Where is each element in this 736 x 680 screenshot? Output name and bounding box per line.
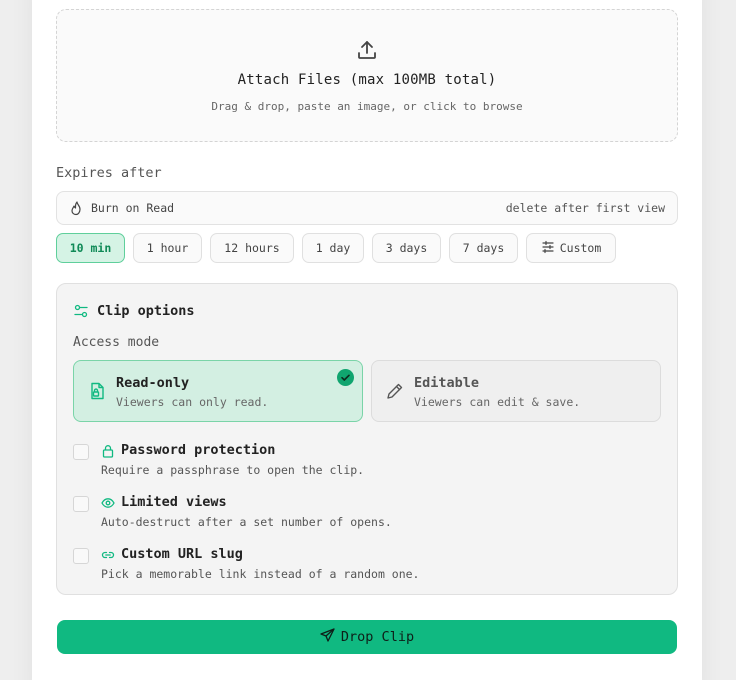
read-only-title: Read-only [116,375,190,391]
expiry-chip-7-days[interactable]: 7 days [449,233,518,263]
password-protection-title: Password protection [121,442,276,458]
sliders-icon [542,240,554,254]
expiry-chip-3-days[interactable]: 3 days [372,233,441,263]
chip-label: 10 min [69,241,112,255]
settings-toggle-icon [74,304,88,318]
drop-clip-button[interactable]: Drop Clip [57,620,677,654]
chip-label: 3 days [385,241,428,255]
read-only-subtitle: Viewers can only read. [116,395,269,409]
link-icon [101,551,115,559]
dropzone-subtitle: Drag & drop, paste an image, or click to… [211,100,523,113]
password-protection-toggle[interactable]: Password protection Require a passphrase… [73,440,663,480]
editable-title: Editable [414,375,480,391]
limited-views-toggle[interactable]: Limited views Auto-destruct after a set … [73,492,663,532]
clip-options-panel: Clip options Access mode Read-only Viewe… [56,283,678,595]
expiry-chip-1-hour[interactable]: 1 hour [133,233,202,263]
access-mode-editable[interactable]: Editable Viewers can edit & save. [371,360,661,422]
burn-on-read-label: Burn on Read [91,201,175,215]
dropzone-title: Attach Files (max 100MB total) [237,72,497,88]
file-dropzone[interactable]: Attach Files (max 100MB total) Drag & dr… [56,9,678,142]
expiry-chip-10-min[interactable]: 10 min [56,233,125,263]
password-protection-checkbox[interactable] [73,444,89,460]
expiry-chip-1-day[interactable]: 1 day [302,233,364,263]
custom-url-slug-title: Custom URL slug [121,546,243,562]
clip-options-title: Clip options [97,303,195,319]
drop-clip-label: Drop Clip [340,629,415,645]
expires-label: Expires after [56,165,162,181]
lock-icon [102,445,114,458]
upload-icon [358,41,376,59]
custom-url-slug-toggle[interactable]: Custom URL slug Pick a memorable link in… [73,544,663,584]
custom-url-slug-subtitle: Pick a memorable link instead of a rando… [101,567,420,581]
expiry-chip-custom[interactable]: Custom [526,233,616,263]
chip-label: Custom [559,241,602,255]
chip-label: 7 days [462,241,505,255]
access-mode-label: Access mode [73,335,160,350]
expiry-chip-12-hours[interactable]: 12 hours [210,233,294,263]
flame-icon [71,201,81,216]
pencil-icon [387,383,403,399]
send-icon [320,628,335,642]
file-lock-icon [91,382,104,400]
access-mode-read-only[interactable]: Read-only Viewers can only read. [73,360,363,422]
chip-label: 12 hours [224,241,280,255]
chip-label: 1 hour [146,241,189,255]
burn-on-read-option[interactable]: Burn on Read delete after first view [56,191,678,225]
check-circle-icon [337,369,354,386]
limited-views-title: Limited views [121,494,227,510]
chip-label: 1 day [315,241,351,255]
password-protection-subtitle: Require a passphrase to open the clip. [101,463,365,477]
burn-on-read-hint: delete after first view [505,201,665,215]
limited-views-subtitle: Auto-destruct after a set number of open… [101,515,392,529]
eye-icon [101,498,115,508]
custom-url-slug-checkbox[interactable] [73,548,89,564]
editable-subtitle: Viewers can edit & save. [414,395,581,409]
limited-views-checkbox[interactable] [73,496,89,512]
